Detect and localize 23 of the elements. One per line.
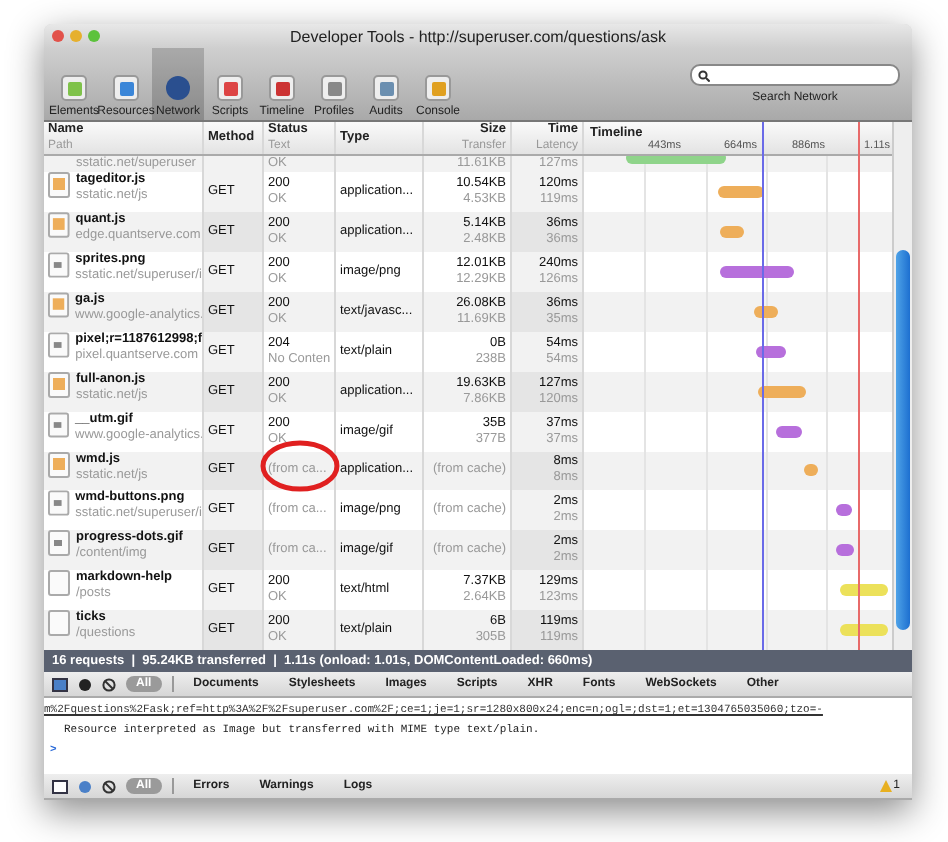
warning-icon [879,780,892,792]
timeline-bar [836,544,854,557]
window-title: Developer Tools - http://superuser.com/questions/ask [288,27,668,45]
timeline-bar [840,624,888,636]
timeline-bar [626,155,726,164]
timeline-bar [836,504,852,517]
timeline-bar [758,385,806,398]
timeline-bar [804,464,818,477]
record-icon[interactable] [78,677,92,691]
timeline-bar [754,305,778,318]
annotation-circle [260,440,340,492]
search-icon [698,69,710,81]
timeline-bar [776,425,802,438]
timeline-bar [756,345,786,358]
scrollbar[interactable] [892,122,912,650]
timeline-bar [840,584,888,597]
clear-icon[interactable] [102,677,116,691]
timeline-bar [720,265,794,278]
clear-icon[interactable] [102,779,116,793]
search-field[interactable] [690,64,900,86]
close-button[interactable] [52,30,64,42]
timeline-bar [718,186,764,199]
timeline-bar [720,226,744,239]
